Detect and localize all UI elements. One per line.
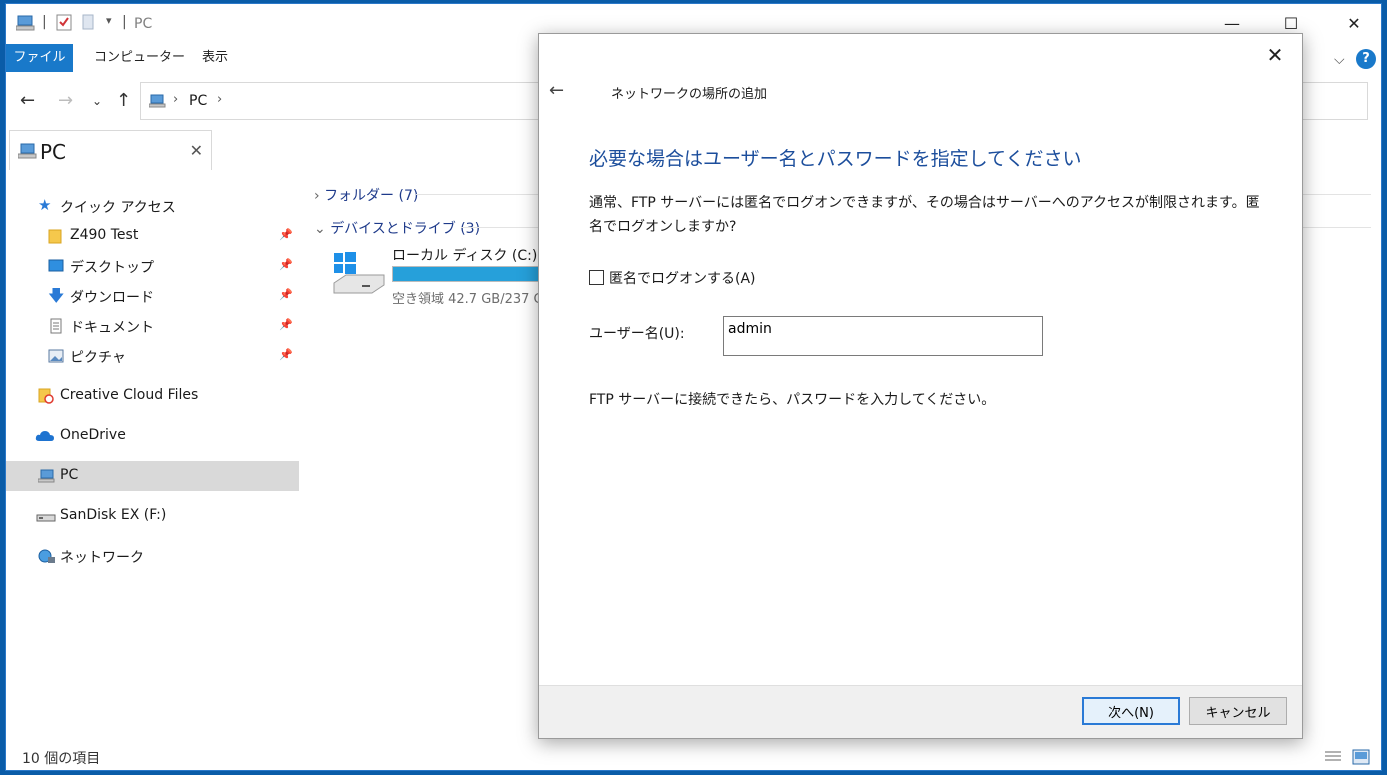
group-header-label: フォルダー (7) (324, 188, 419, 204)
sidebar-item-label: Z490 Test (70, 227, 139, 243)
window-title: PC (134, 16, 153, 32)
details-view-icon[interactable] (1324, 749, 1342, 765)
cancel-button[interactable]: キャンセル (1189, 697, 1287, 725)
sidebar-item-label: ダウンロード (70, 290, 154, 306)
pc-icon (38, 469, 55, 483)
windows-drive-icon (333, 252, 385, 294)
sidebar-item-label: SanDisk EX (F:) (60, 507, 167, 523)
sidebar-item-label: PC (60, 467, 79, 483)
sidebar-item-documents[interactable]: ドキュメント 📌 (6, 311, 299, 341)
customize-toolbar-icon[interactable]: ▾ (106, 14, 112, 27)
pin-icon[interactable]: 📌 (279, 258, 293, 271)
navigation-pane: ★ クイック アクセス Z490 Test 📌 デスクトップ 📌 🡇 ダウンロー… (6, 179, 299, 739)
group-header-label: デバイスとドライブ (3) (330, 221, 481, 237)
chevron-right-icon: › (314, 188, 320, 204)
status-bar: 10 個の項目 (6, 744, 1381, 770)
sidebar-item-pictures[interactable]: ピクチャ 📌 (6, 341, 299, 371)
address-segment-pc[interactable]: PC (189, 93, 207, 109)
item-count: 10 個の項目 (22, 751, 101, 767)
pin-icon[interactable]: 📌 (279, 318, 293, 331)
pictures-icon (48, 349, 64, 363)
close-icon[interactable]: ✕ (1262, 42, 1288, 68)
separator: | (42, 14, 47, 30)
folder-icon (48, 229, 62, 244)
drive-usage-fill (393, 267, 553, 281)
sidebar-item-label: デスクトップ (70, 260, 154, 276)
properties-icon[interactable] (56, 13, 72, 35)
sidebar-item-pc[interactable]: PC (6, 461, 299, 491)
up-arrow-icon[interactable]: ↑ (116, 90, 131, 111)
back-arrow-icon[interactable]: ← (20, 90, 35, 111)
desktop-icon (48, 259, 64, 272)
next-button[interactable]: 次へ(N) (1082, 697, 1180, 725)
forward-arrow-icon[interactable]: → (58, 90, 73, 111)
window-close-button[interactable]: ✕ (1342, 12, 1366, 36)
pc-icon (18, 143, 37, 159)
large-icons-view-icon[interactable] (1352, 749, 1370, 765)
document-tab[interactable]: PC ✕ (9, 130, 212, 170)
close-icon[interactable]: ✕ (190, 141, 203, 160)
pc-icon (149, 94, 166, 108)
document-icon (50, 318, 62, 334)
anonymous-logon-label[interactable]: 匿名でログオンする(A) (609, 268, 756, 288)
pin-icon[interactable]: 📌 (279, 228, 293, 241)
sidebar-item-downloads[interactable]: 🡇 ダウンロード 📌 (6, 281, 299, 311)
download-icon: 🡇 (48, 286, 65, 305)
usb-drive-icon (36, 514, 56, 522)
star-icon: ★ (38, 196, 52, 214)
chevron-down-icon: ⌄ (314, 221, 326, 237)
onedrive-cloud-icon (35, 431, 54, 441)
sidebar-item-label: ピクチャ (70, 350, 126, 366)
dialog-heading: 必要な場合はユーザー名とパスワードを指定してください (589, 148, 1082, 170)
tab-file[interactable]: ファイル (6, 44, 73, 72)
chevron-right-icon[interactable]: › (217, 92, 222, 107)
dialog-description: 通常、FTP サーバーには匿名でログオンできますが、その場合はサーバーへのアクセ… (589, 195, 1260, 235)
help-icon[interactable]: ? (1356, 49, 1376, 69)
tab-computer[interactable]: コンピューター (80, 44, 199, 72)
drive-name: ローカル ディスク (C:) (392, 248, 538, 264)
new-folder-icon[interactable] (82, 14, 94, 34)
pc-icon[interactable] (15, 15, 36, 35)
document-tab-label: PC (40, 140, 67, 164)
back-arrow-icon[interactable]: ← (549, 80, 564, 101)
tab-view[interactable]: 表示 (188, 44, 242, 72)
sidebar-item-z490-test[interactable]: Z490 Test 📌 (6, 221, 299, 251)
pin-icon[interactable]: 📌 (279, 288, 293, 301)
recent-locations-icon[interactable]: ⌄ (92, 94, 102, 108)
creative-cloud-folder-icon (38, 388, 54, 404)
sidebar-item-label: ドキュメント (70, 320, 154, 336)
ribbon-expand-icon[interactable]: ⌵ (1334, 52, 1345, 68)
network-icon (38, 549, 55, 563)
sidebar-item-creative-cloud[interactable]: Creative Cloud Files (6, 381, 299, 411)
add-network-location-dialog: ✕ ← ネットワークの場所の追加 必要な場合はユーザー名とパスワードを指定してく… (538, 33, 1303, 739)
sidebar-item-network[interactable]: ネットワーク (6, 541, 299, 571)
chevron-right-icon[interactable]: › (173, 92, 178, 107)
sidebar-item-onedrive[interactable]: OneDrive (6, 421, 299, 451)
anonymous-logon-checkbox[interactable] (589, 270, 604, 285)
username-input[interactable] (723, 316, 1043, 356)
username-label: ユーザー名(U): (589, 326, 685, 342)
separator: | (122, 14, 127, 30)
sidebar-item-desktop[interactable]: デスクトップ 📌 (6, 251, 299, 281)
drive-free-space: 空き領域 42.7 GB/237 GB (392, 292, 553, 307)
group-header-folders[interactable]: › フォルダー (7) (314, 185, 418, 205)
pin-icon[interactable]: 📌 (279, 348, 293, 361)
dialog-footer: 次へ(N) キャンセル (539, 685, 1302, 738)
sidebar-item-label: Creative Cloud Files (60, 387, 199, 403)
group-header-devices[interactable]: ⌄ デバイスとドライブ (3) (314, 218, 480, 238)
sidebar-item-quick-access[interactable]: ★ クイック アクセス (6, 191, 299, 221)
wizard-title: ネットワークの場所の追加 (611, 87, 768, 102)
sidebar-item-sandisk[interactable]: SanDisk EX (F:) (6, 501, 299, 531)
sidebar-item-label: クイック アクセス (60, 200, 176, 216)
sidebar-item-label: OneDrive (60, 427, 126, 443)
dialog-note: FTP サーバーに接続できたら、パスワードを入力してください。 (589, 392, 996, 408)
sidebar-item-label: ネットワーク (60, 550, 144, 566)
